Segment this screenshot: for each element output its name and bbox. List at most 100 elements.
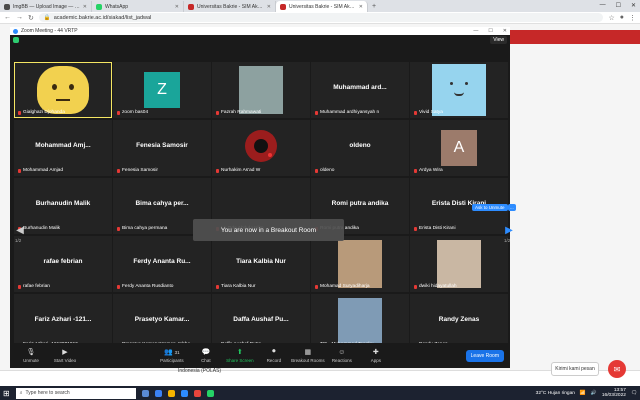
zoom-minimize-icon[interactable]: — bbox=[473, 28, 478, 34]
tab-close-icon[interactable]: ✕ bbox=[83, 4, 87, 10]
participant-tile[interactable]: Mohamad Suryadiharja bbox=[311, 236, 409, 292]
participant-tile[interactable]: Vivid Satya bbox=[410, 62, 508, 118]
participant-tile[interactable]: Fazrah Rahmawati bbox=[212, 62, 310, 118]
participant-tile[interactable]: Fariz Azhari -121...Fariz Azhari -121200… bbox=[14, 294, 112, 350]
reactions-button[interactable]: ☺ Reactions bbox=[325, 349, 359, 363]
edge-icon[interactable] bbox=[154, 389, 162, 397]
participant-tile[interactable]: Burhanudin Malik Burhanudin Malik bbox=[14, 178, 112, 234]
participant-tile[interactable]: Randy ZenasRandy Zenas bbox=[410, 294, 508, 350]
zoom-maximize-icon[interactable]: ☐ bbox=[488, 28, 492, 34]
clock[interactable]: 13:57 16/03/2022 bbox=[602, 388, 626, 399]
taskbar-search-placeholder: Type here to search bbox=[25, 390, 70, 396]
zoom-window: Zoom Meeting - 44 VRTP — ☐ ✕ View Gialghaz… bbox=[10, 27, 516, 368]
sharingan-icon bbox=[245, 130, 277, 162]
breakout-rooms-label: Breakout Rooms bbox=[291, 358, 325, 363]
url-field[interactable]: 🔒 academic.bakrie.ac.id/siakad/list_jadw… bbox=[38, 13, 604, 22]
participant-tile[interactable]: rafae febrian rafae febrian bbox=[14, 236, 112, 292]
browser-tab[interactable]: ImgBB — Upload Image — Free ✕ bbox=[0, 1, 92, 12]
forward-icon[interactable]: → bbox=[16, 14, 23, 21]
chat-prompt[interactable]: Kirimi kami pesan bbox=[551, 362, 599, 376]
browser-tab[interactable]: Universitas Bakrie - SIM Akadem ✕ bbox=[184, 1, 276, 12]
tab-close-icon[interactable]: ✕ bbox=[175, 4, 179, 10]
apps-button[interactable]: ✚ Apps bbox=[359, 348, 393, 363]
record-button[interactable]: ⏺ Record bbox=[257, 348, 291, 363]
breakout-rooms-button[interactable]: ▦ Breakout Rooms bbox=[291, 348, 325, 363]
zoom-taskbar-icon[interactable] bbox=[180, 389, 188, 397]
clock-date: 16/03/2022 bbox=[601, 393, 626, 398]
page-indicator-left: 1/2 bbox=[15, 238, 22, 243]
muted-mic-icon bbox=[216, 168, 219, 173]
participant-label: Mohammad Amjad bbox=[18, 168, 63, 173]
participant-tile[interactable]: Fenesia Samosir Fenesia Samosir bbox=[113, 120, 211, 176]
browser-tab[interactable]: WhatsApp ✕ bbox=[92, 1, 184, 12]
participant-display-name: Daffa Aushaf Pu... bbox=[233, 316, 289, 323]
participant-tile[interactable]: dwiki hidayatullah bbox=[410, 236, 508, 292]
share-screen-icon: ⬆ bbox=[236, 349, 243, 356]
new-tab-icon[interactable]: + bbox=[372, 3, 376, 10]
breakout-rooms-icon: ▦ bbox=[304, 349, 312, 356]
participant-tile[interactable]: A Ardya Wira bbox=[410, 120, 508, 176]
participant-tile[interactable]: Prasetyo Kamar...Prasetyo Kamaruzzaman J… bbox=[113, 294, 211, 350]
participant-tile[interactable]: Daffa Aushaf Pu...Daffa Aushaf Putra bbox=[212, 294, 310, 350]
participant-tile[interactable]: oldeno oldeno bbox=[311, 120, 409, 176]
participant-label: rafae febrian bbox=[18, 284, 50, 289]
participant-tile[interactable]: Mohammad Amj... Mohammad Amjad bbox=[14, 120, 112, 176]
participant-name: Muhammad ardhiyansyah n bbox=[320, 110, 380, 115]
task-view-icon[interactable] bbox=[141, 389, 149, 397]
breakout-room-banner: You are now in a Breakout Room bbox=[193, 219, 344, 241]
tab-close-icon[interactable]: ✕ bbox=[359, 4, 363, 10]
chat-button[interactable]: 💬 Chat bbox=[189, 348, 223, 363]
ask-to-unmute-button[interactable]: Ask to Unmute bbox=[472, 204, 508, 211]
participant-tile[interactable]: TIF - Muhammad Tengku bbox=[311, 294, 409, 350]
star-icon[interactable]: ☆ bbox=[608, 14, 614, 22]
participant-display-name: Tiara Kalbia Nur bbox=[236, 258, 286, 265]
file-explorer-icon[interactable] bbox=[167, 389, 175, 397]
participant-tile[interactable]: Ferdy Ananta Ru... Ferdy Ananta Rusdianto bbox=[113, 236, 211, 292]
unmute-label: Unmute bbox=[23, 358, 39, 363]
weather-text: 32°C Hujan ringan bbox=[535, 390, 575, 396]
participant-tile[interactable]: Nurhakim As'ad W bbox=[212, 120, 310, 176]
cartoon-face-icon bbox=[432, 64, 486, 116]
browser-tab[interactable]: Universitas Bakrie - SIM Akadem ✕ bbox=[276, 1, 368, 12]
participant-display-name: Randy Zenas bbox=[438, 316, 480, 323]
leave-room-button[interactable]: Leave Room bbox=[465, 349, 505, 362]
tab-favicon-icon bbox=[4, 3, 10, 10]
chat-bubble-icon[interactable]: ✉ bbox=[608, 360, 626, 378]
view-button[interactable]: View bbox=[490, 36, 507, 44]
back-icon[interactable]: ← bbox=[4, 14, 11, 21]
apps-icon: ✚ bbox=[372, 349, 379, 356]
participant-tile[interactable]: Tiara Kalbia Nur Tiara Kalbia Nur bbox=[212, 236, 310, 292]
maximize-icon[interactable]: ☐ bbox=[616, 2, 621, 9]
chrome-icon[interactable] bbox=[193, 389, 201, 397]
participant-name: dwiki hidayatullah bbox=[419, 284, 457, 289]
unmute-button[interactable]: 🎙 Unmute bbox=[14, 348, 48, 363]
participant-name: Mohamad Suryadiharja bbox=[320, 284, 370, 289]
participant-name: Bima cahya permana bbox=[122, 226, 168, 231]
participant-display-name: Fenesia Samosir bbox=[136, 142, 188, 149]
participants-button[interactable]: 👥 31 Participants bbox=[155, 348, 189, 363]
record-icon: ⏺ bbox=[272, 348, 276, 355]
notifications-icon[interactable]: 🗨 bbox=[631, 391, 637, 396]
volume-icon[interactable]: 🔊 bbox=[591, 391, 597, 396]
profile-icon[interactable]: ● bbox=[620, 14, 624, 21]
participant-name: Fazrah Rahmawati bbox=[221, 110, 262, 115]
network-icon[interactable]: 📶 bbox=[580, 391, 586, 396]
participant-tile[interactable]: Zzoom bas04 bbox=[113, 62, 211, 118]
zoom-close-icon[interactable]: ✕ bbox=[503, 28, 507, 34]
tab-close-icon[interactable]: ✕ bbox=[267, 4, 271, 10]
participant-tile[interactable]: Muhammad ard... Muhammad ardhiyansyah n bbox=[311, 62, 409, 118]
participant-display-name: Fariz Azhari -121... bbox=[34, 316, 92, 323]
minimize-icon[interactable]: — bbox=[600, 2, 606, 9]
start-video-button[interactable]: ▶ Start Video bbox=[48, 348, 82, 363]
whatsapp-taskbar-icon[interactable] bbox=[206, 389, 214, 397]
menu-icon[interactable]: ⋮ bbox=[629, 14, 636, 22]
windows-start-icon[interactable]: ⊞ bbox=[3, 389, 10, 398]
participant-tile[interactable]: Gialghazi Djohanda bbox=[14, 62, 112, 118]
security-shield-icon[interactable] bbox=[13, 37, 19, 43]
share-screen-button[interactable]: ⬆ Share Screen bbox=[223, 348, 257, 363]
taskbar-search[interactable]: ⌕ Type here to search bbox=[15, 387, 136, 399]
more-options-button[interactable]: ... bbox=[508, 204, 516, 211]
close-icon[interactable]: ✕ bbox=[631, 2, 636, 9]
reload-icon[interactable]: ↻ bbox=[28, 14, 34, 22]
participant-name: zoom bas04 bbox=[122, 110, 149, 115]
